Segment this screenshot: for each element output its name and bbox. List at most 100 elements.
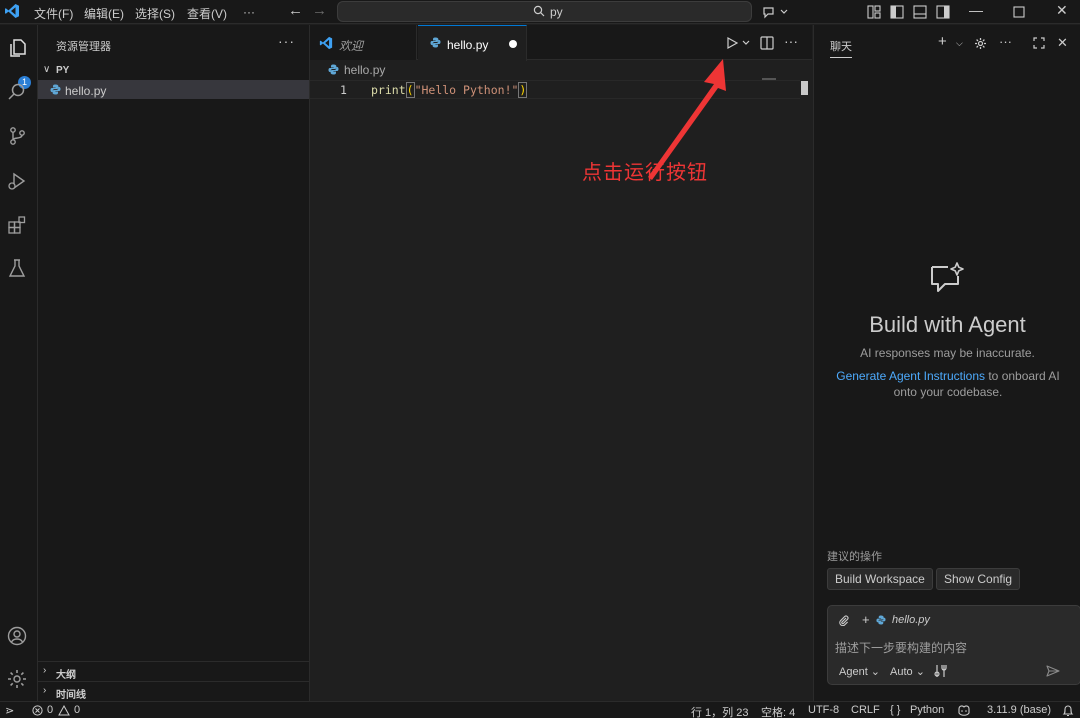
chat-input-placeholder[interactable]: 描述下一步要构建的内容 <box>835 639 967 656</box>
menu-file[interactable]: 文件(F) <box>34 5 73 22</box>
toggle-secondary-sidebar-icon[interactable] <box>935 4 951 20</box>
tools-icon[interactable] <box>934 664 948 678</box>
remote-indicator-icon[interactable]: ⋗ <box>5 704 14 717</box>
activity-bar: 1 <box>0 25 38 701</box>
tab-hello-py[interactable]: hello.py <box>418 25 527 61</box>
forward-arrow-icon[interactable]: → <box>312 2 327 19</box>
run-button[interactable] <box>726 37 738 49</box>
chat-input-box[interactable]: + hello.py 描述下一步要构建的内容 Agent ⌄ Auto ⌄ <box>827 605 1080 685</box>
python-file-icon <box>328 64 339 75</box>
outline-section[interactable]: › 大纲 <box>38 661 309 681</box>
agent-mode-dropdown[interactable]: Agent ⌄ <box>839 665 880 678</box>
vscode-logo-icon <box>319 36 333 50</box>
status-bar: ⋗ 0 0 行 1，列 23 空格: 4 UTF-8 CRLF { } Pyth… <box>0 701 1080 718</box>
send-icon[interactable] <box>1046 664 1060 678</box>
close-chat-icon[interactable]: ✕ <box>1057 35 1068 51</box>
title-bar: 文件(F) 编辑(E) 选择(S) 查看(V) ··· ← → py — ✕ <box>0 0 1080 24</box>
folder-name: PY <box>56 65 70 76</box>
run-and-debug-icon[interactable] <box>6 170 28 192</box>
warning-icon[interactable] <box>58 705 70 716</box>
run-dropdown-chevron-icon[interactable] <box>742 39 750 47</box>
maximize-icon[interactable] <box>1013 6 1025 18</box>
chevron-down-icon: ∨ <box>43 64 51 75</box>
show-config-button[interactable]: Show Config <box>936 568 1021 590</box>
notifications-bell-icon[interactable] <box>1062 704 1074 717</box>
menu-select[interactable]: 选择(S) <box>135 5 175 22</box>
error-icon[interactable] <box>32 705 43 716</box>
minimize-icon[interactable]: — <box>969 2 983 18</box>
code-paren-close: ) <box>518 82 528 98</box>
chat-hero-description: Generate Agent Instructions to onboard A… <box>828 368 1068 400</box>
editor-area: 欢迎 hello.py ··· hello.py 1 print("Hello … <box>310 25 812 701</box>
chat-hero-title: Build with Agent <box>869 312 1026 337</box>
back-arrow-icon[interactable]: ← <box>288 2 303 19</box>
warning-count[interactable]: 0 <box>74 704 80 716</box>
explorer-icon[interactable] <box>6 37 28 59</box>
python-file-icon <box>430 37 441 48</box>
line-number: 1 <box>340 83 347 97</box>
toggle-panel-icon[interactable] <box>912 4 928 20</box>
split-editor-icon[interactable] <box>760 36 774 50</box>
search-view-icon[interactable] <box>6 81 28 103</box>
menu-more[interactable]: ··· <box>243 5 255 19</box>
explorer-more-actions[interactable]: ··· <box>278 33 295 49</box>
tab-label: hello.py <box>447 38 489 52</box>
chat-title-tab[interactable]: 聊天 <box>830 38 852 58</box>
menu-edit[interactable]: 编辑(E) <box>84 5 124 22</box>
chevron-right-icon: › <box>43 665 47 676</box>
copilot-icon[interactable] <box>957 704 971 717</box>
customize-layout-icon[interactable] <box>866 4 882 20</box>
language-mode[interactable]: Python <box>910 704 944 716</box>
end-of-line[interactable]: CRLF <box>851 704 880 716</box>
toggle-sidebar-icon[interactable] <box>889 4 905 20</box>
editor-tabs: 欢迎 hello.py ··· <box>310 25 812 61</box>
cursor-position[interactable]: 行 1，列 23 <box>691 704 748 718</box>
menu-view[interactable]: 查看(V) <box>187 5 227 22</box>
new-chat-icon[interactable]: + <box>938 33 947 50</box>
chevron-right-icon: › <box>43 685 47 696</box>
account-icon[interactable] <box>6 625 28 647</box>
extensions-icon[interactable] <box>6 214 28 236</box>
minimap-line <box>762 78 776 80</box>
python-interpreter[interactable]: 3.11.9 (base) <box>987 704 1051 716</box>
build-workspace-button[interactable]: Build Workspace <box>827 568 933 590</box>
unsaved-dot-icon[interactable] <box>509 40 517 48</box>
language-braces-icon[interactable]: { } <box>890 704 900 716</box>
file-item[interactable]: hello.py <box>38 80 309 99</box>
explorer-title: 资源管理器 <box>56 41 111 53</box>
add-context-icon[interactable]: + <box>862 612 870 627</box>
code-text[interactable]: print("Hello Python!") <box>371 82 528 98</box>
generate-instructions-link[interactable]: Generate Agent Instructions <box>836 369 985 383</box>
maximize-panel-icon[interactable] <box>1033 37 1045 49</box>
command-center-search[interactable]: py <box>337 1 752 22</box>
attach-paperclip-icon[interactable] <box>838 615 849 626</box>
chevron-down-icon[interactable]: ⌵ <box>956 38 963 49</box>
copilot-chat-icon[interactable] <box>762 4 788 20</box>
chat-settings-gear-icon[interactable] <box>974 37 987 50</box>
settings-gear-icon[interactable] <box>6 668 28 690</box>
overview-ruler-cursor <box>801 81 808 95</box>
folder-row[interactable]: ∨ PY <box>38 62 309 80</box>
breadcrumb-file: hello.py <box>344 63 386 77</box>
encoding[interactable]: UTF-8 <box>808 704 839 716</box>
file-name: hello.py <box>65 84 107 98</box>
code-function: print <box>371 83 406 97</box>
error-count[interactable]: 0 <box>47 704 53 716</box>
editor-more-actions[interactable]: ··· <box>784 33 798 49</box>
tab-welcome[interactable]: 欢迎 <box>310 25 417 60</box>
chat-panel: 聊天 + ⌵ ··· ✕ Build with Agent AI respons… <box>813 25 1080 701</box>
indentation[interactable]: 空格: 4 <box>761 704 795 718</box>
timeline-label: 时间线 <box>56 690 86 701</box>
suggested-actions-title: 建议的操作 <box>827 551 882 563</box>
source-control-icon[interactable] <box>6 125 28 147</box>
code-paren-open: ( <box>405 82 415 98</box>
vscode-logo-icon <box>5 4 19 18</box>
context-file-chip[interactable]: hello.py <box>892 614 930 626</box>
testing-flask-icon[interactable] <box>6 257 28 279</box>
explorer-sidebar: 资源管理器 ··· ∨ PY hello.py › 大纲 › 时间线 <box>38 25 310 701</box>
tab-label: 欢迎 <box>339 39 364 53</box>
model-dropdown[interactable]: Auto ⌄ <box>890 665 925 678</box>
timeline-section[interactable]: › 时间线 <box>38 681 309 701</box>
chat-more-actions[interactable]: ··· <box>999 34 1012 49</box>
close-window-icon[interactable]: ✕ <box>1056 2 1068 19</box>
